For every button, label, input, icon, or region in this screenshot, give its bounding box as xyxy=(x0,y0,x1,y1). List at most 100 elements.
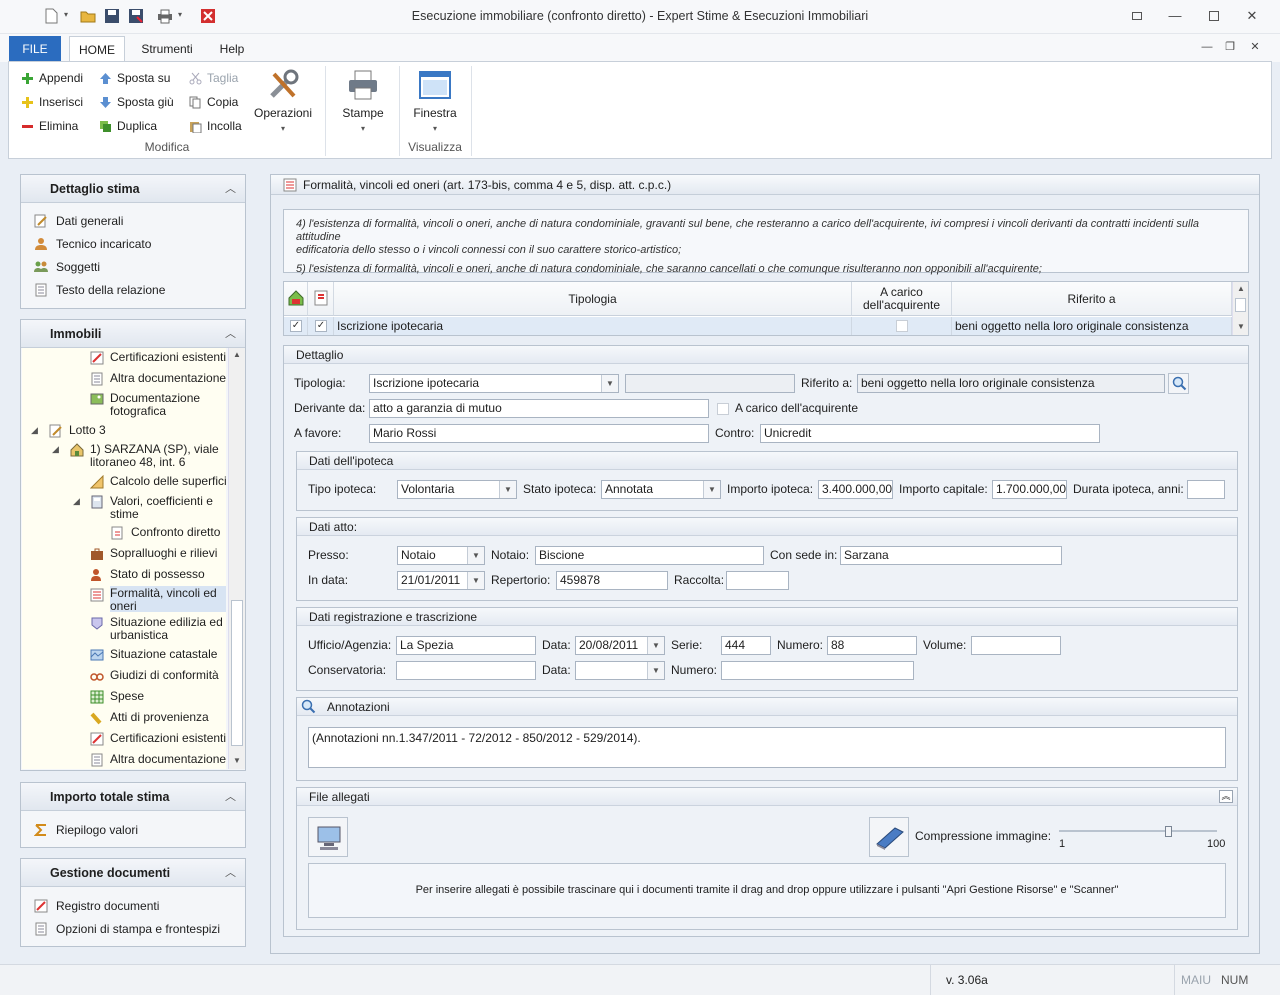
operations-button[interactable]: Operazioni ▾ xyxy=(251,68,315,134)
derivante-field[interactable]: atto a garanzia di mutuo xyxy=(369,399,709,418)
volume-field[interactable] xyxy=(971,636,1061,655)
tree-item[interactable]: ◢ Valori, coefficienti e stime xyxy=(73,495,220,521)
collapse-icon[interactable]: ︿ xyxy=(225,783,236,811)
expand-icon[interactable]: ◢ xyxy=(31,424,38,437)
print-checkbox[interactable]: ✓ xyxy=(315,320,327,332)
scroll-up-icon[interactable]: ▲ xyxy=(1237,284,1245,293)
tree-item[interactable]: Spese xyxy=(90,690,144,704)
append-button[interactable]: Appendi xyxy=(19,68,83,88)
chevron-down-icon[interactable]: ▼ xyxy=(647,637,664,654)
duplicate-button[interactable]: Duplica xyxy=(97,116,157,136)
notaio-field[interactable]: Biscione xyxy=(535,546,764,565)
tree-item-selected[interactable]: Formalità, vincoli ed oneri xyxy=(90,586,226,613)
sidebar-item-opzioni-stampa[interactable]: Opzioni di stampa e frontespizi xyxy=(34,919,220,939)
paste-button[interactable]: Incolla xyxy=(187,116,242,136)
tree-item-immobile[interactable]: ◢ 1) SARZANA (SP), viale litoraneo 48, in… xyxy=(52,443,220,469)
chevron-down-icon[interactable]: ▼ xyxy=(467,547,484,564)
tree-item[interactable]: Altra documentazione xyxy=(91,753,226,767)
tab-strumenti[interactable]: Strumenti xyxy=(135,36,199,62)
documenti-header[interactable]: Gestione documenti ︿ xyxy=(21,859,245,887)
chevron-down-icon[interactable]: ▼ xyxy=(601,375,618,392)
open-folder-icon[interactable] xyxy=(80,8,96,24)
sidebar-item-registro[interactable]: Registro documenti xyxy=(34,896,159,916)
sidebar-item-riepilogo[interactable]: Riepilogo valori xyxy=(33,820,138,840)
minimize-button[interactable]: — xyxy=(1164,7,1186,25)
tree-item-lotto[interactable]: ◢ Lotto 3 xyxy=(31,424,106,438)
mdi-close-button[interactable]: ✕ xyxy=(1244,38,1266,56)
raccolta-field[interactable] xyxy=(726,571,789,590)
annotazioni-textarea[interactable]: (Annotazioni nn.1.347/2011 - 72/2012 - 8… xyxy=(308,727,1226,768)
collapse-icon[interactable]: ︽ xyxy=(1219,790,1233,803)
chevron-down-icon[interactable]: ▼ xyxy=(499,481,516,498)
favore-field[interactable]: Mario Rossi xyxy=(369,424,709,443)
close-document-icon[interactable] xyxy=(200,8,216,24)
grid-cell-tipologia[interactable]: Iscrizione ipotecaria xyxy=(334,317,852,335)
immobili-header[interactable]: Immobili ︿ xyxy=(21,320,245,348)
ufficio-field[interactable]: La Spezia xyxy=(396,636,536,655)
save-icon[interactable] xyxy=(104,8,120,24)
importo-header[interactable]: Importo totale stima ︿ xyxy=(21,783,245,811)
collapse-icon[interactable]: ︿ xyxy=(225,320,236,348)
contro-field[interactable]: Unicredit xyxy=(760,424,1100,443)
grid-cell-riferito[interactable]: beni oggetto nella loro originale consis… xyxy=(952,317,1232,335)
grid-cell-print[interactable]: ✓ xyxy=(308,317,334,335)
collapse-icon[interactable]: ︿ xyxy=(225,859,236,887)
tree-item[interactable]: Stato di possesso xyxy=(91,568,205,581)
print-icon[interactable] xyxy=(157,8,173,24)
durata-ipoteca-field[interactable] xyxy=(1187,480,1225,499)
tree-item[interactable]: Calcolo delle superfici xyxy=(89,475,226,489)
grid-header-tipologia[interactable]: Tipologia xyxy=(334,282,852,316)
reg-data2-field[interactable]: ▼ xyxy=(575,661,665,680)
new-document-icon[interactable] xyxy=(44,8,60,24)
print-dropdown-icon[interactable]: ▾ xyxy=(178,10,194,26)
sidebar-item-soggetti[interactable]: Soggetti xyxy=(34,257,100,277)
scroll-down-icon[interactable]: ▼ xyxy=(1237,322,1245,331)
delete-button[interactable]: Elimina xyxy=(19,116,78,136)
tab-help[interactable]: Help xyxy=(212,36,252,62)
close-window-button[interactable]: ✕ xyxy=(1241,7,1263,25)
grid-header-carico[interactable]: A carico dell'acquirente xyxy=(852,282,952,316)
tree-item[interactable]: Altra documentazione xyxy=(91,372,226,386)
tree-scrollbar[interactable]: ▲ ▼ xyxy=(228,348,245,769)
allegati-drop-zone[interactable]: Per inserire allegati è possibile trasci… xyxy=(308,863,1226,918)
stato-ipoteca-select[interactable]: Annotata ▼ xyxy=(601,480,721,499)
tab-file[interactable]: FILE xyxy=(9,36,61,62)
repertorio-field[interactable]: 459878 xyxy=(556,571,668,590)
tree-item-confronto[interactable]: Confronto diretto xyxy=(111,526,220,540)
move-up-button[interactable]: Sposta su xyxy=(97,68,170,88)
finestra-button[interactable]: Finestra ▾ xyxy=(407,68,463,134)
mdi-restore-button[interactable]: ❐ xyxy=(1219,38,1241,56)
apri-gestione-risorse-button[interactable] xyxy=(308,817,348,857)
grid-header-print[interactable] xyxy=(308,282,334,316)
tree-item[interactable]: Situazione edilizia ed urbanistica xyxy=(91,616,226,642)
grid-cell-carico[interactable] xyxy=(852,317,952,335)
importo-ipoteca-field[interactable]: 3.400.000,00 xyxy=(818,480,893,499)
chevron-down-icon[interactable]: ▼ xyxy=(647,662,664,679)
chevron-down-icon[interactable]: ▼ xyxy=(703,481,720,498)
tree-item[interactable]: Sopralluoghi e rilievi xyxy=(91,547,217,560)
conservatoria-field[interactable] xyxy=(396,661,536,680)
cut-button[interactable]: Taglia xyxy=(187,68,238,88)
save-as-icon[interactable] xyxy=(128,8,144,24)
tipo-ipoteca-select[interactable]: Volontaria ▼ xyxy=(397,480,517,499)
carico-acquirente-checkbox[interactable] xyxy=(717,403,729,415)
move-down-button[interactable]: Sposta giù xyxy=(97,92,174,112)
stampe-button[interactable]: Stampe ▾ xyxy=(335,68,391,134)
numero2-field[interactable] xyxy=(721,661,914,680)
expand-icon[interactable]: ◢ xyxy=(73,495,80,508)
tree-item[interactable]: Atti di provenienza xyxy=(90,711,209,725)
include-checkbox[interactable]: ✓ xyxy=(290,320,302,332)
importo-capitale-field[interactable]: 1.700.000,00 xyxy=(992,480,1067,499)
tree-item[interactable]: Situazione catastale xyxy=(90,648,217,661)
sidebar-item-tecnico[interactable]: Tecnico incaricato xyxy=(34,234,151,254)
serie-field[interactable]: 444 xyxy=(721,636,771,655)
compressione-slider[interactable] xyxy=(1059,826,1217,837)
presso-select[interactable]: Notaio ▼ xyxy=(397,546,485,565)
grid-cell-include[interactable]: ✓ xyxy=(284,317,308,335)
dettaglio-stima-header[interactable]: Dettaglio stima ︿ xyxy=(21,175,245,203)
collapse-icon[interactable]: ︿ xyxy=(225,175,236,203)
tipologia-select[interactable]: Iscrizione ipotecaria ▼ xyxy=(369,374,619,393)
scroll-up-icon[interactable]: ▲ xyxy=(233,350,241,359)
tab-home[interactable]: HOME xyxy=(69,36,125,62)
restore-layout-button[interactable] xyxy=(1126,7,1148,25)
